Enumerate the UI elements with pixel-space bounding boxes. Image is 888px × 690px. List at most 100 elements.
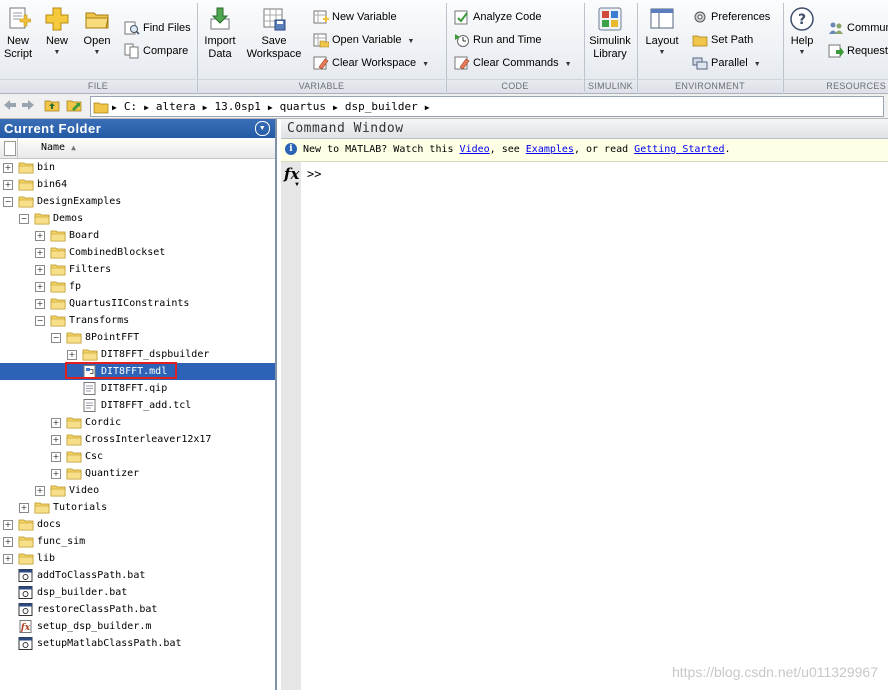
tree-row[interactable]: + Csc	[0, 448, 275, 465]
new-script-button[interactable]: New Script	[3, 6, 33, 61]
browse-folder-icon[interactable]	[66, 97, 82, 113]
tree-row[interactable]: + Video	[0, 482, 275, 499]
simulink-library-button[interactable]: Simulink Library	[588, 6, 632, 61]
expand-icon[interactable]: +	[51, 435, 61, 445]
tree-row[interactable]: + func_sim	[0, 533, 275, 550]
set-path-button[interactable]: Set Path	[692, 30, 753, 50]
tree-row[interactable]: − DesignExamples	[0, 193, 275, 210]
column-header[interactable]: Name ▲	[0, 138, 275, 159]
tree-row[interactable]: + bin	[0, 159, 275, 176]
tree-row[interactable]: + DIT8FFT_dspbuilder	[0, 346, 275, 363]
tree-row[interactable]: addToClassPath.bat	[0, 567, 275, 584]
expand-icon[interactable]: +	[3, 180, 13, 190]
tree-row[interactable]: restoreClassPath.bat	[0, 601, 275, 618]
parallel-dropdown-icon[interactable]: ▼	[754, 61, 761, 68]
up-folder-icon[interactable]	[44, 97, 60, 113]
help-dropdown-arrow-icon[interactable]: ▼	[787, 49, 817, 57]
command-input-area[interactable]: fx ▼ >>	[281, 162, 888, 690]
expand-icon[interactable]: +	[51, 469, 61, 479]
request-support-button[interactable]: Request	[828, 41, 888, 61]
breadcrumb-arrow-icon[interactable]: ▶	[200, 98, 211, 117]
expand-icon[interactable]: +	[35, 248, 45, 258]
tree-row[interactable]: + Filters	[0, 261, 275, 278]
breadcrumb-arrow-icon[interactable]: ▶	[422, 98, 433, 117]
community-button[interactable]: Commun	[828, 18, 888, 38]
breadcrumb-arrow-icon[interactable]: ▶	[109, 98, 120, 117]
clear-workspace-dropdown-icon[interactable]: ▼	[422, 61, 429, 68]
expand-icon[interactable]: +	[3, 520, 13, 530]
expand-icon[interactable]: +	[3, 537, 13, 547]
analyze-code-button[interactable]: Analyze Code	[454, 7, 542, 27]
fx-dropdown-icon[interactable]: ▼	[294, 182, 300, 188]
open-variable-button[interactable]: Open Variable ▼	[313, 30, 414, 50]
column-divider[interactable]	[17, 138, 18, 158]
run-and-time-button[interactable]: Run and Time	[454, 30, 541, 50]
breadcrumb-item[interactable]: dsp_builder	[341, 97, 422, 116]
help-button[interactable]: ? Help ▼	[787, 6, 817, 57]
tree-row[interactable]: + docs	[0, 516, 275, 533]
function-browser-fx-icon[interactable]: fx	[284, 165, 299, 183]
breadcrumb-arrow-icon[interactable]: ▶	[141, 98, 152, 117]
breadcrumb-item[interactable]: quartus	[276, 97, 330, 116]
forward-arrow-icon[interactable]	[20, 97, 36, 113]
expand-icon[interactable]: +	[67, 350, 77, 360]
tree-row[interactable]: + Quantizer	[0, 465, 275, 482]
expand-icon[interactable]: +	[51, 418, 61, 428]
getting-started-link[interactable]: Getting Started	[634, 144, 724, 155]
parallel-button[interactable]: Parallel ▼	[692, 53, 761, 73]
layout-dropdown-arrow-icon[interactable]: ▼	[644, 49, 680, 57]
layout-button[interactable]: Layout ▼	[644, 6, 680, 57]
new-dropdown-arrow-icon[interactable]: ▼	[42, 49, 72, 57]
expand-icon[interactable]: +	[35, 486, 45, 496]
breadcrumb-item[interactable]: altera	[152, 97, 200, 116]
find-files-button[interactable]: Find Files	[124, 18, 191, 38]
tree-row[interactable]: + QuartusIIConstraints	[0, 295, 275, 312]
tree-row[interactable]: + lib	[0, 550, 275, 567]
clear-commands-dropdown-icon[interactable]: ▼	[565, 61, 572, 68]
expand-icon[interactable]: +	[35, 282, 45, 292]
tree-row[interactable]: − 8PointFFT	[0, 329, 275, 346]
tree-row[interactable]: + CrossInterleaver12x17	[0, 431, 275, 448]
video-link[interactable]: Video	[460, 144, 490, 155]
expand-icon[interactable]: +	[35, 265, 45, 275]
tree-row[interactable]: + Tutorials	[0, 499, 275, 516]
save-workspace-button[interactable]: Save Workspace	[244, 6, 304, 61]
expand-icon[interactable]: +	[35, 231, 45, 241]
clear-commands-button[interactable]: Clear Commands ▼	[454, 53, 572, 73]
collapse-icon[interactable]: −	[3, 197, 13, 207]
expand-icon[interactable]: +	[3, 554, 13, 564]
breadcrumb-item[interactable]: C:	[120, 97, 141, 116]
import-data-button[interactable]: Import Data	[201, 6, 239, 61]
selected-tree-row[interactable]: DIT8FFT.mdl	[0, 362, 275, 380]
expand-icon[interactable]: +	[3, 163, 13, 173]
breadcrumb-item[interactable]: 13.0sp1	[210, 97, 264, 116]
open-button[interactable]: Open ▼	[82, 6, 112, 57]
tree-row[interactable]: + Board	[0, 227, 275, 244]
collapse-icon[interactable]: −	[19, 214, 29, 224]
tree-row[interactable]: fx setup_dsp_builder.m	[0, 618, 275, 635]
tree-row[interactable]: dsp_builder.bat	[0, 584, 275, 601]
open-dropdown-arrow-icon[interactable]: ▼	[82, 49, 112, 57]
preferences-button[interactable]: Preferences	[692, 7, 770, 27]
expand-icon[interactable]: +	[51, 452, 61, 462]
back-arrow-icon[interactable]	[2, 97, 18, 113]
clear-workspace-button[interactable]: Clear Workspace ▼	[313, 53, 429, 73]
panel-menu-icon[interactable]: ▼	[255, 121, 270, 136]
new-button[interactable]: New ▼	[42, 6, 72, 57]
collapse-icon[interactable]: −	[51, 333, 61, 343]
expand-icon[interactable]: +	[19, 503, 29, 513]
breadcrumb-arrow-icon[interactable]: ▶	[330, 98, 341, 117]
tree-row[interactable]: setupMatlabClassPath.bat	[0, 635, 275, 652]
tree-row[interactable]: + Cordic	[0, 414, 275, 431]
tree-row[interactable]: + fp	[0, 278, 275, 295]
tree-row[interactable]: − Transforms	[0, 312, 275, 329]
expand-icon[interactable]: +	[35, 299, 45, 309]
open-variable-dropdown-icon[interactable]: ▼	[408, 38, 415, 45]
tree-row[interactable]: + bin64	[0, 176, 275, 193]
tree-row[interactable]: + CombinedBlockset	[0, 244, 275, 261]
collapse-icon[interactable]: −	[35, 316, 45, 326]
tree-row[interactable]: DIT8FFT.qip	[0, 380, 275, 397]
compare-button[interactable]: Compare	[124, 41, 188, 61]
new-variable-button[interactable]: New Variable	[313, 7, 397, 27]
breadcrumb-arrow-icon[interactable]: ▶	[265, 98, 276, 117]
